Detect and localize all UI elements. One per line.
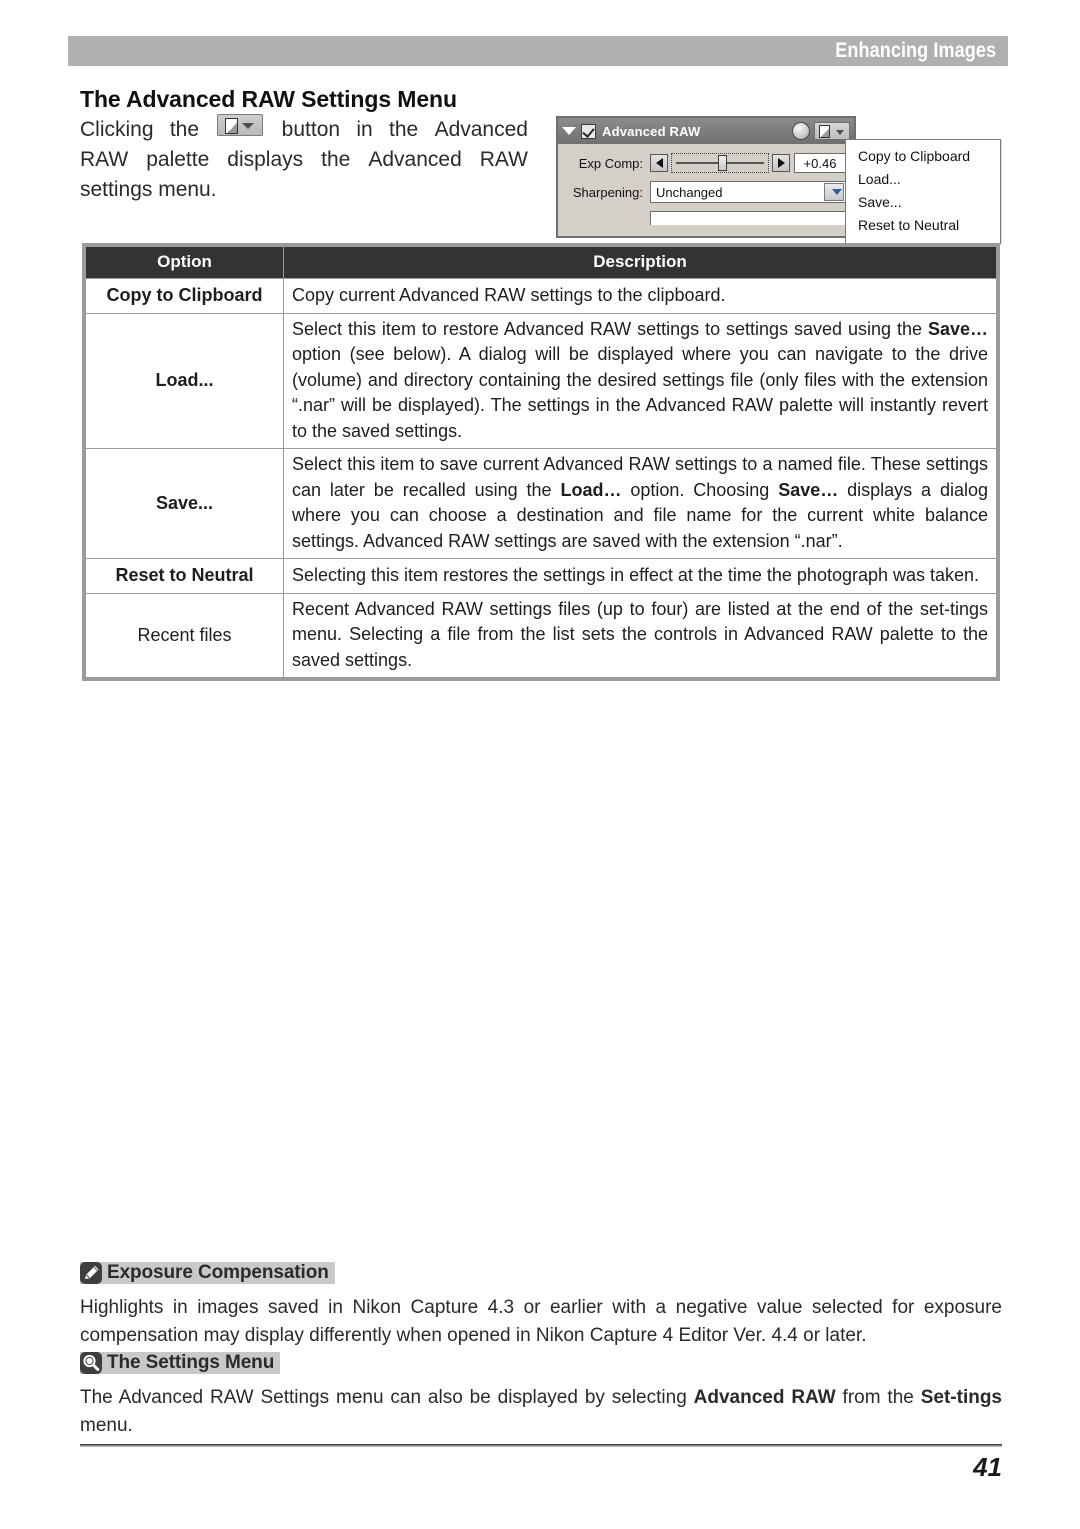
note-exposure-compensation: Exposure Compensation Highlights in imag… xyxy=(80,1262,1002,1350)
intro-word: the xyxy=(389,118,419,141)
intro-line-2: RAW palette displays the Advanced RAW xyxy=(80,145,528,175)
table-row: Recent files Recent Advanced RAW setting… xyxy=(85,592,997,678)
note-heading: The Settings Menu xyxy=(80,1352,281,1374)
intro-paragraph: Clicking the button in the Advanced RAW … xyxy=(80,114,528,205)
chevron-down-icon[interactable] xyxy=(824,183,844,201)
intro-word: RAW xyxy=(479,148,528,171)
intro-word: in xyxy=(356,118,373,141)
exp-comp-label: Exp Comp: xyxy=(578,155,643,171)
advanced-raw-palette-figure: Advanced RAW Exp Comp: +0.46 Sharpening: xyxy=(556,116,856,238)
table-row: Save... Select this item to save current… xyxy=(85,448,997,559)
exp-comp-increment-button[interactable] xyxy=(772,154,790,172)
note-title: Exposure Compensation xyxy=(107,1262,329,1283)
sharpening-label: Sharpening: xyxy=(572,184,643,200)
intro-line-3: settings menu. xyxy=(80,175,528,205)
document-page-icon xyxy=(225,118,239,134)
palette-body: Exp Comp: +0.46 Sharpening: Unchanged xyxy=(558,144,854,236)
collapse-triangle-icon[interactable] xyxy=(562,127,576,135)
sharpening-value: Unchanged xyxy=(656,184,723,200)
intro-word: the xyxy=(169,118,200,141)
settings-menu-button[interactable] xyxy=(814,122,850,140)
intro-word: settings menu. xyxy=(80,178,217,201)
options-table: Option Description Copy to Clipboard Cop… xyxy=(82,243,1000,681)
footer-divider xyxy=(80,1444,1002,1447)
option-description: Copy current Advanced RAW settings to th… xyxy=(283,278,997,314)
option-name: Reset to Neutral xyxy=(85,558,284,594)
exp-comp-row: Exp Comp: +0.46 xyxy=(566,153,846,173)
exp-comp-decrement-button[interactable] xyxy=(650,154,668,172)
option-description: Recent Advanced RAW settings files (up t… xyxy=(283,592,997,678)
option-description: Selecting this item restores the setting… xyxy=(283,558,997,594)
option-name: Save... xyxy=(85,448,284,559)
document-page: Enhancing Images The Advanced RAW Settin… xyxy=(0,0,1080,1529)
option-name: Load... xyxy=(85,312,284,449)
note-body: The Advanced RAW Settings menu can also … xyxy=(80,1387,1002,1436)
option-name: Recent files xyxy=(85,592,284,678)
palette-enable-checkbox[interactable] xyxy=(581,123,596,139)
magnifier-icon xyxy=(80,1352,102,1374)
intro-word: the xyxy=(321,148,351,171)
menu-item-copy-to-clipboard[interactable]: Copy to Clipboard xyxy=(846,145,1000,168)
intro-word: palette xyxy=(146,148,210,171)
palette-title: Advanced RAW xyxy=(602,123,701,139)
palette-titlebar: Advanced RAW xyxy=(558,118,854,144)
palette-partial-field xyxy=(650,211,846,225)
intro-word: displays xyxy=(227,148,304,171)
intro-word: Clicking xyxy=(80,118,154,141)
intro-word: RAW xyxy=(80,148,129,171)
advanced-raw-settings-popup-menu[interactable]: Copy to Clipboard Load... Save... Reset … xyxy=(845,139,1001,244)
table-header-row: Option Description xyxy=(85,246,997,279)
column-header-description: Description xyxy=(283,246,997,279)
note-body: Highlights in images saved in Nikon Capt… xyxy=(80,1297,1002,1346)
table-row: Reset to Neutral Selecting this item res… xyxy=(85,558,997,594)
chevron-down-icon xyxy=(242,123,255,129)
table-row: Copy to Clipboard Copy current Advanced … xyxy=(85,278,997,314)
page-number: 41 xyxy=(973,1452,1002,1482)
document-dropdown-button-icon xyxy=(217,114,264,136)
exp-comp-slider[interactable] xyxy=(671,153,769,173)
table-row: Load... Select this item to restore Adva… xyxy=(85,312,997,449)
running-header-banner: Enhancing Images xyxy=(68,36,1008,66)
note-heading: Exposure Compensation xyxy=(80,1262,335,1284)
note-title: The Settings Menu xyxy=(107,1352,275,1373)
triangle-right-icon xyxy=(777,158,785,168)
note-the-settings-menu: The Settings Menu The Advanced RAW Setti… xyxy=(80,1352,1002,1440)
palette-knob-icon[interactable] xyxy=(792,122,810,140)
option-description: Select this item to restore Advanced RAW… xyxy=(283,312,997,449)
page-title: The Advanced RAW Settings Menu xyxy=(80,86,457,112)
option-name: Copy to Clipboard xyxy=(85,278,284,314)
pencil-icon xyxy=(80,1262,102,1284)
exp-comp-value[interactable]: +0.46 xyxy=(794,153,846,173)
option-description: Select this item to save current Advance… xyxy=(283,448,997,559)
sharpening-select[interactable]: Unchanged xyxy=(650,181,846,203)
menu-item-save[interactable]: Save... xyxy=(846,191,1000,214)
running-header-text: Enhancing Images xyxy=(835,39,996,62)
triangle-left-icon xyxy=(655,158,663,168)
intro-word: Advanced xyxy=(368,148,462,171)
slider-thumb[interactable] xyxy=(718,155,728,171)
intro-line-1: Clicking the button in the Advanced xyxy=(80,114,528,145)
table-body: Copy to Clipboard Copy current Advanced … xyxy=(85,278,997,678)
chevron-down-icon xyxy=(836,130,844,135)
column-header-option: Option xyxy=(85,246,284,279)
menu-item-reset-to-neutral[interactable]: Reset to Neutral xyxy=(846,214,1000,237)
intro-word: Advanced xyxy=(434,118,528,141)
document-page-icon xyxy=(819,125,830,138)
sharpening-row: Sharpening: Unchanged xyxy=(566,181,846,203)
intro-word: button xyxy=(281,118,341,141)
menu-item-load[interactable]: Load... xyxy=(846,168,1000,191)
